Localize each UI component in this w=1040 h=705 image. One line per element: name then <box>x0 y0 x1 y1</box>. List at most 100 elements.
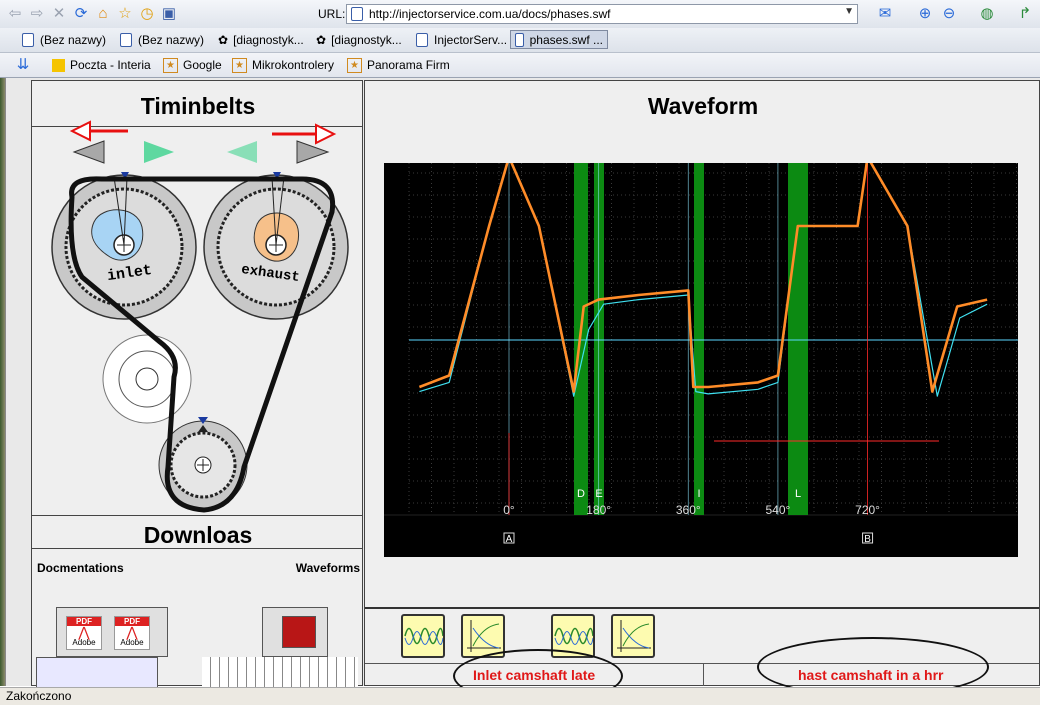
waveform-title: Waveform <box>647 93 759 119</box>
downloads-title: Downloas <box>143 522 253 548</box>
cursor-label: A <box>506 534 513 545</box>
phase-marker-label: L <box>795 488 801 500</box>
stop-icon[interactable]: ✕ <box>50 5 68 23</box>
print-icon[interactable]: ▣ <box>160 5 178 23</box>
forward-icon[interactable]: ⇨ <box>28 5 46 23</box>
bookmark-mikrokontrolery[interactable]: ★ Mikrokontrolery <box>232 56 334 74</box>
tab-5[interactable]: InjectorServ... <box>412 30 511 49</box>
globe-icon[interactable]: ◍ <box>978 5 996 23</box>
url-dropdown-icon[interactable]: ▼ <box>844 6 854 17</box>
timing-belt-diagram: inlet exhaust <box>51 120 349 513</box>
bookmark-label: Mikrokontrolery <box>252 58 335 72</box>
adobe-icon: ⋀ <box>78 624 90 640</box>
document-stack <box>36 657 158 689</box>
bookmark-label: Poczta - Interia <box>70 58 151 72</box>
timing-belts-title: Timinbelts <box>140 93 256 119</box>
exhaust-pulley <box>203 172 349 320</box>
tab-label: InjectorServ... <box>434 32 508 47</box>
bookmarks-bar: ⇊ Poczta - Interia ★ Google ★ Mikrokontrol… <box>0 53 1040 78</box>
bookmark-panorama[interactable]: ★ Panorama Firm <box>347 56 450 74</box>
waveforms-label: Waveforms <box>295 561 360 575</box>
x-tick-label: 180° <box>586 503 611 517</box>
document-icon <box>22 32 34 47</box>
waveform-download-icon[interactable] <box>282 616 316 648</box>
divider <box>32 515 362 516</box>
interia-icon <box>52 58 65 72</box>
flower-icon: ✿ <box>316 32 327 47</box>
cursor-label: B <box>864 534 871 545</box>
url-label: URL: <box>318 7 346 21</box>
url-text: http://injectorservice.com.ua/docs/phase… <box>369 7 611 21</box>
x-tick-label: 540° <box>766 503 791 517</box>
tab-label: [diagnostyk... <box>233 32 304 47</box>
tab-label: [diagnostyk... <box>331 32 402 47</box>
star-icon: ★ <box>163 57 178 73</box>
xy-view-button-2[interactable] <box>611 614 655 658</box>
bookmark-label: Google <box>183 58 222 72</box>
tab-label: (Bez nazwy) <box>40 32 107 47</box>
document-icon <box>416 32 428 47</box>
exhaust-retard-triangle-icon[interactable] <box>227 141 257 163</box>
documentations-label: Docmentations <box>37 561 124 575</box>
right-arrow-icon[interactable] <box>272 123 337 145</box>
pdf-download-2[interactable]: PDF ⋀ Adobe <box>114 616 150 650</box>
history-icon[interactable]: ◷ <box>138 5 156 23</box>
tab-4[interactable]: ✿ [diagnostyk... <box>312 30 406 49</box>
divider <box>365 607 1039 609</box>
adobe-label: Adobe <box>120 638 144 647</box>
home-icon[interactable]: ⌂ <box>94 5 112 23</box>
bookmark-star-icon[interactable]: ☆ <box>116 5 134 23</box>
bookmark-google[interactable]: ★ Google <box>163 56 222 74</box>
document-icon <box>120 32 132 47</box>
phase-marker-label: I <box>697 488 700 500</box>
tab-label: phases.swf ... <box>529 32 603 47</box>
waveform-view-button-1[interactable] <box>401 614 445 658</box>
divider <box>703 664 704 686</box>
phase-highlight-band <box>788 163 808 515</box>
inlet-status-label: Inlet camshaft late <box>473 667 596 683</box>
mail-icon[interactable]: ✉ <box>876 5 894 23</box>
zoom-out-icon[interactable]: ⊖ <box>940 5 958 23</box>
tab-1[interactable]: (Bez nazwy) <box>18 30 110 49</box>
browser-toolbar: ⇦ ⇨ ✕ ⟳ ⌂ ☆ ◷ ▣ URL: http://injectorserv… <box>0 0 1040 29</box>
waveform-chart[interactable]: 0° 180° 360° 540° 720° D E I L A B <box>384 163 1018 557</box>
phase-marker-label: E <box>595 488 602 500</box>
star-icon: ★ <box>347 57 362 73</box>
pdf-download-1[interactable]: PDF ⋀ Adobe <box>66 616 102 650</box>
zoom-in-icon[interactable]: ⊕ <box>916 5 934 23</box>
page-icon <box>351 7 363 21</box>
inlet-advance-triangle-icon[interactable] <box>144 141 174 163</box>
star-icon: ★ <box>232 57 247 73</box>
reload-icon[interactable]: ⟳ <box>72 5 90 23</box>
x-tick-label: 360° <box>676 503 701 517</box>
x-tick-label: 0° <box>503 503 515 517</box>
status-text: Zakończono <box>6 689 72 703</box>
tab-6-active[interactable]: phases.swf ... <box>510 30 608 49</box>
exhaust-advance-triangle-icon[interactable] <box>296 140 330 164</box>
exhaust-status-label: hast camshaft in a hrr <box>798 667 944 683</box>
inlet-retard-triangle-icon[interactable] <box>72 140 105 164</box>
waveform-stack <box>202 657 358 687</box>
tab-label: (Bez nazwy) <box>138 32 205 47</box>
flower-icon: ✿ <box>218 32 229 47</box>
tab-2[interactable]: (Bez nazwy) <box>116 30 208 49</box>
phase-highlight-band <box>694 163 704 515</box>
bookmark-label: Panorama Firm <box>367 58 450 72</box>
bookmark-poczta[interactable]: Poczta - Interia <box>52 56 151 74</box>
left-arrow-icon[interactable] <box>69 120 128 142</box>
timing-belts-panel: Timinbelts inlet exhaust Downloas Docmen… <box>31 80 363 689</box>
x-tick-label: 720° <box>855 503 880 517</box>
tab-3[interactable]: ✿ [diagnostyk... <box>214 30 308 49</box>
tab-bar: (Bez nazwy) (Bez nazwy) ✿ [diagnostyk... … <box>0 28 1040 53</box>
idler-pulley <box>102 334 192 424</box>
url-field[interactable]: http://injectorservice.com.ua/docs/phase… <box>346 4 858 24</box>
back-icon[interactable]: ⇦ <box>6 5 24 23</box>
document-icon <box>515 32 524 47</box>
bookmarks-menu-icon[interactable]: ⇊ <box>14 56 32 74</box>
adobe-label: Adobe <box>72 638 96 647</box>
go-icon[interactable]: ↱ <box>1016 5 1034 23</box>
phase-marker-label: D <box>577 488 585 500</box>
adobe-icon: ⋀ <box>126 624 138 640</box>
browser-status-bar: Zakończono <box>0 687 1040 705</box>
divider <box>32 548 362 549</box>
